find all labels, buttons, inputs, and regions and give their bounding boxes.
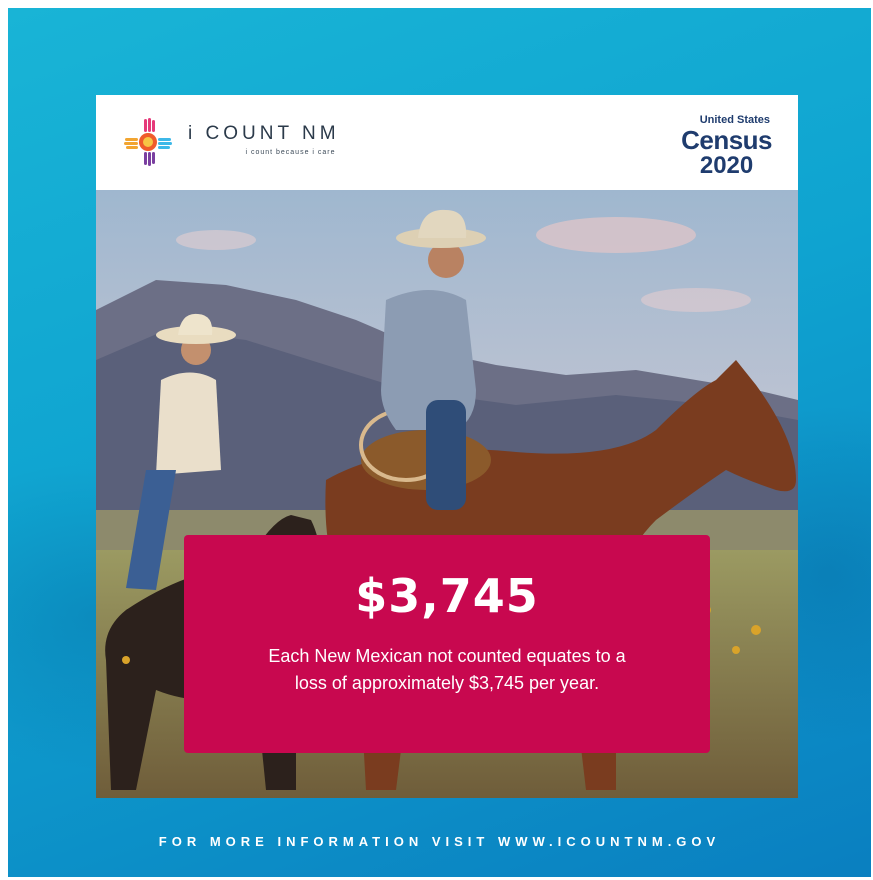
census-word: Census [681,125,772,155]
census-2020-logo: United States Census 2020 [681,115,772,178]
amount-headline: $3,745 [355,569,539,623]
banner-text-line-2: loss of approximately $3,745 per year. [294,673,600,693]
census-year: 2020 [699,152,754,179]
banner-body: Each New Mexican not counted equates to … [184,643,710,697]
brand-tagline: i count because i care [245,149,336,156]
banner-text-line-1: Each New Mexican not counted equates to … [268,646,626,666]
card-header: i COUNT NM i count because i care United… [96,95,798,190]
brand-lockup: i COUNT NM i count because i care [188,123,340,156]
savings-banner: $3,745 Each New Mexican not counted equa… [184,535,710,753]
footer-cta: FOR MORE INFORMATION VISIT WWW.ICOUNTNM.… [158,834,721,849]
content-card: i COUNT NM i count because i care United… [96,95,798,798]
ad-frame: i COUNT NM i count because i care United… [8,8,871,877]
zia-hands-icon [124,118,172,166]
brand-name: i COUNT NM [188,123,340,144]
